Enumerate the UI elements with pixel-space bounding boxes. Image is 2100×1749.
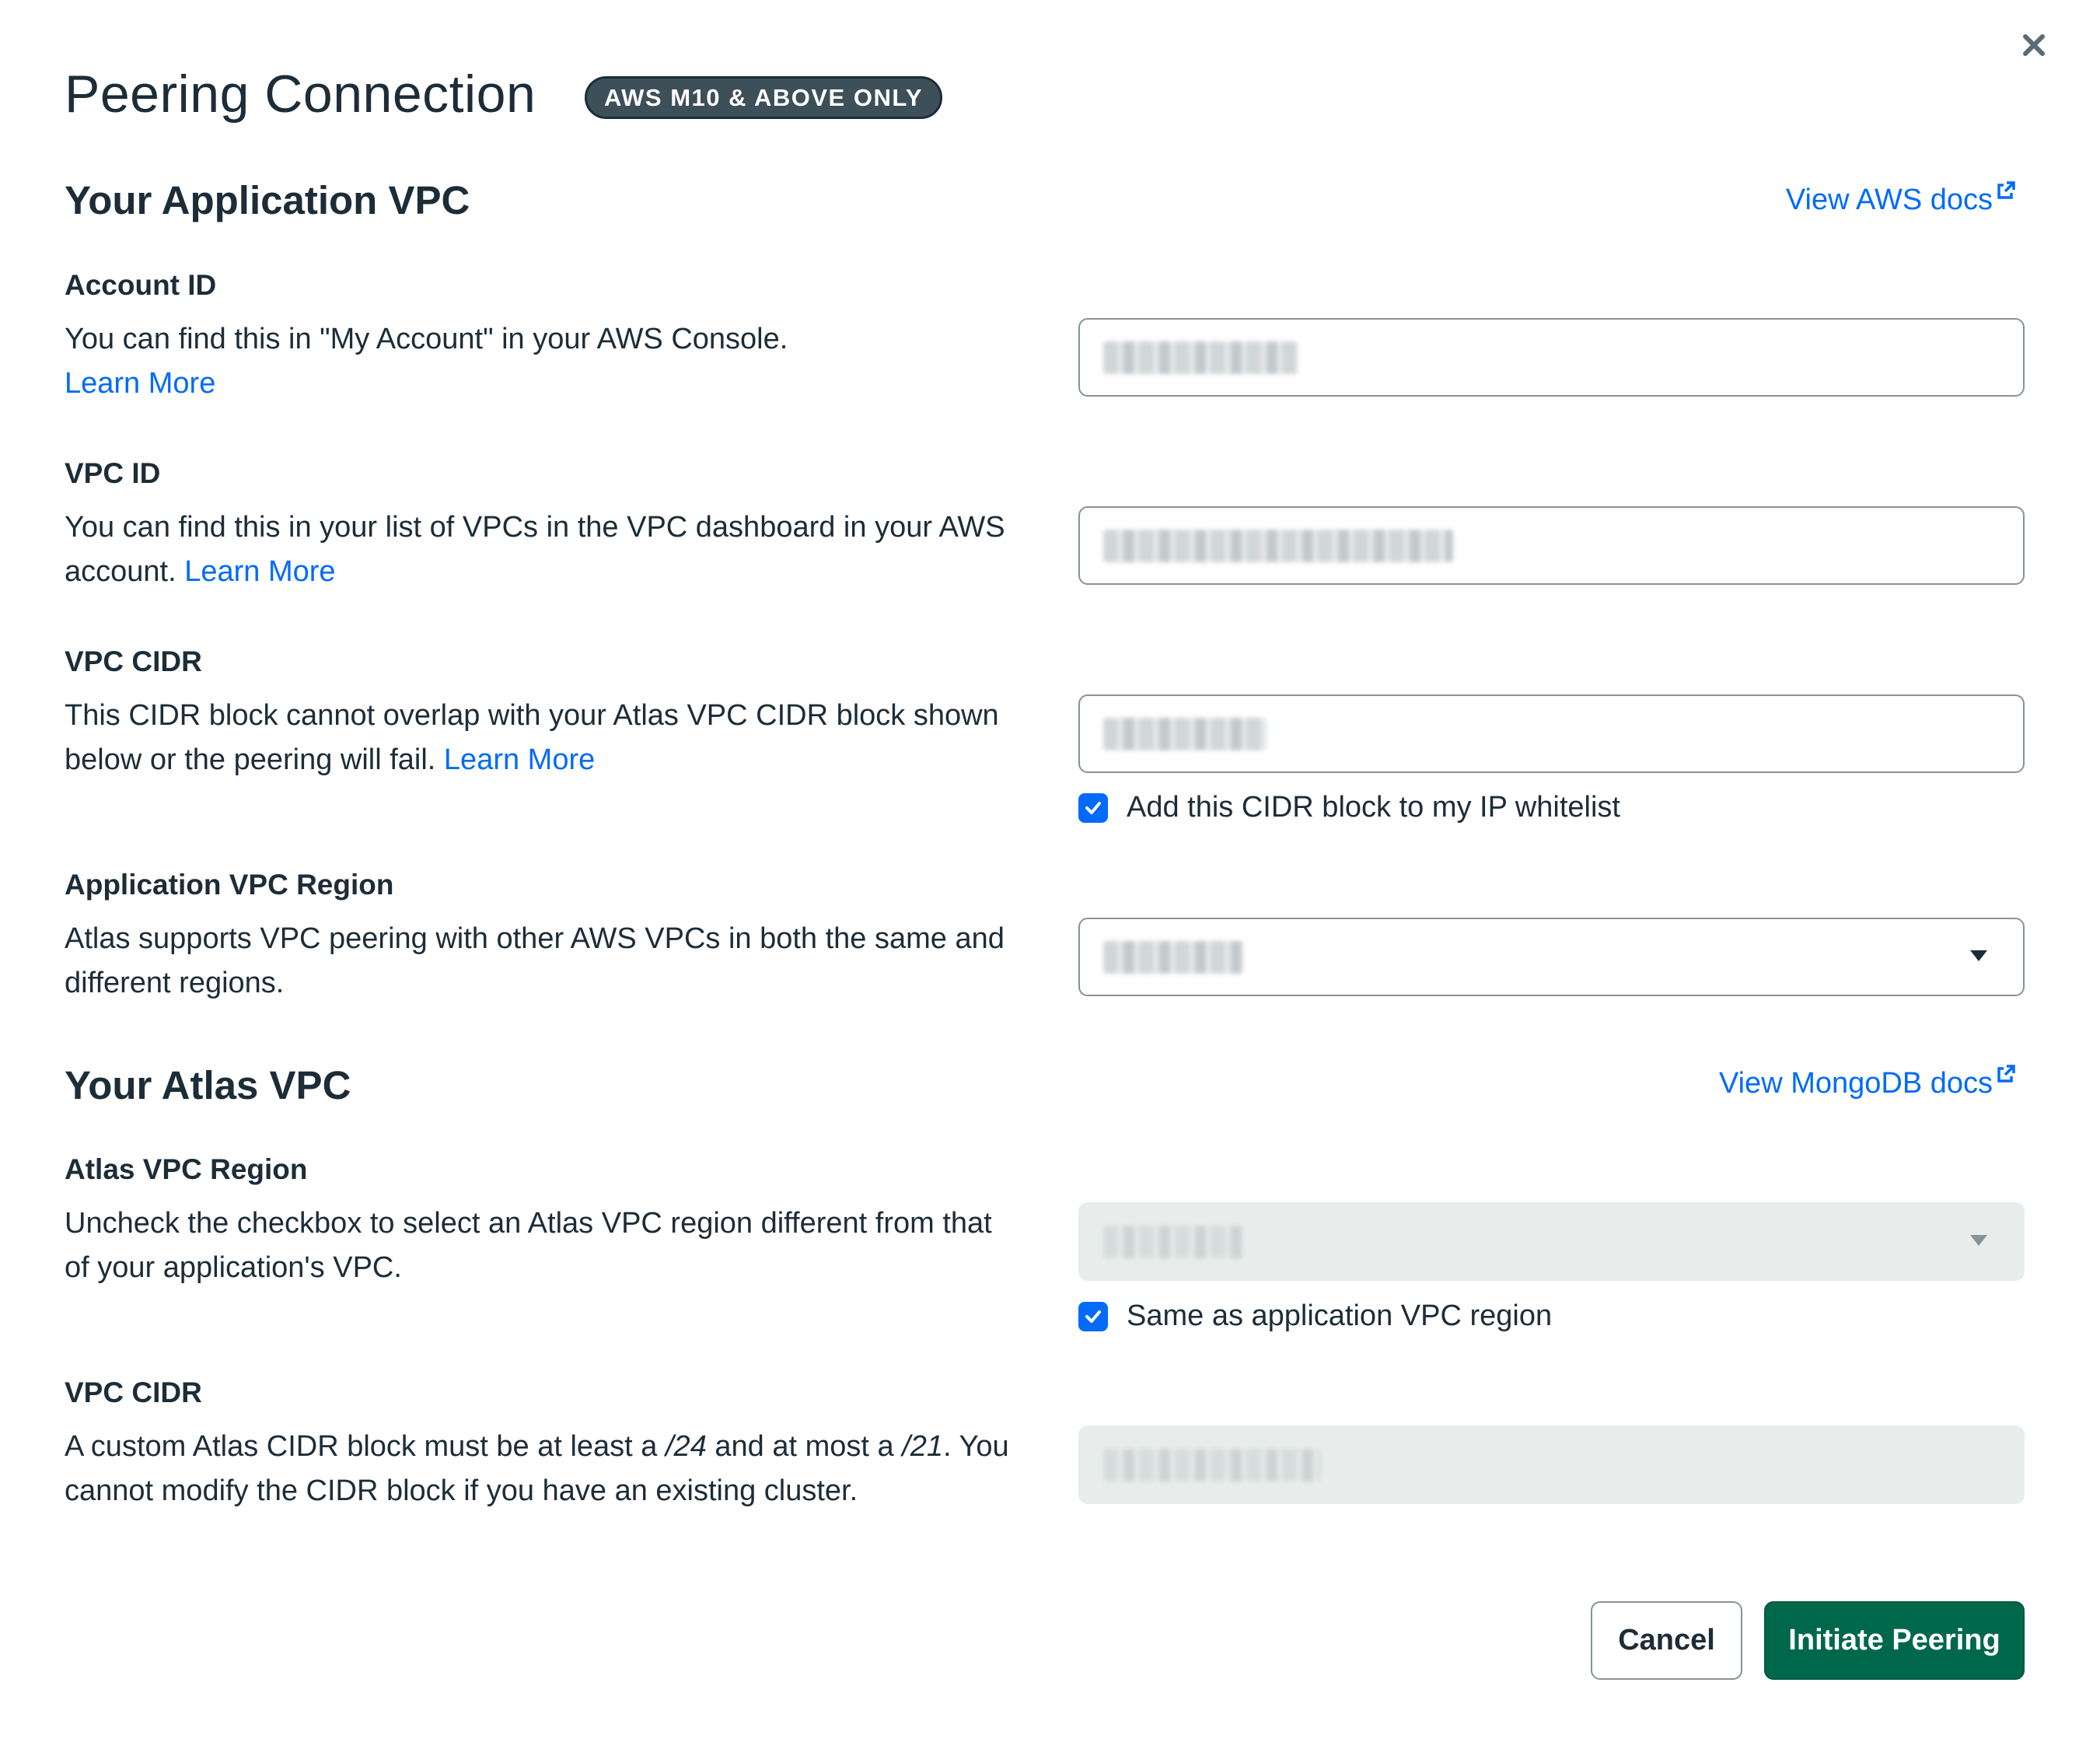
vpc-id-description: You can find this in your list of VPCs i… [65, 505, 1029, 594]
vpc-id-input[interactable] [1078, 506, 2025, 585]
same-region-checkbox-label: Same as application VPC region [1127, 1300, 1553, 1332]
atlas-vpc-region-description: Uncheck the checkbox to select an Atlas … [65, 1207, 992, 1284]
app-vpc-region-select[interactable] [1078, 918, 2025, 996]
app-vpc-cidr-value-redacted [1103, 717, 1267, 750]
app-vpc-cidr-learn-more-link[interactable]: Learn More [444, 743, 595, 776]
ip-whitelist-checkbox[interactable] [1078, 792, 1108, 823]
checkmark-icon [1085, 1310, 1101, 1323]
tier-badge: AWS M10 & ABOVE ONLY [585, 76, 943, 119]
atlas-vpc-cidr-input [1078, 1425, 2025, 1504]
atlas-vpc-heading: Your Atlas VPC [65, 1063, 351, 1107]
atlas-vpc-region-label: Atlas VPC Region [65, 1153, 308, 1185]
page-title: Peering Connection [65, 65, 536, 124]
account-id-description: You can find this in "My Account" in you… [65, 317, 1029, 406]
vpc-id-label: VPC ID [65, 457, 161, 489]
cancel-button[interactable]: Cancel [1591, 1601, 1742, 1680]
atlas-vpc-region-value-redacted [1103, 1225, 1243, 1258]
initiate-peering-button[interactable]: Initiate Peering [1764, 1601, 2025, 1680]
application-vpc-heading: Your Application VPC [65, 178, 470, 222]
vpc-id-learn-more-link[interactable]: Learn More [184, 555, 335, 588]
view-mongodb-docs-link[interactable]: View MongoDB docs [1718, 1065, 2016, 1100]
atlas-vpc-cidr-description: A custom Atlas CIDR block must be at lea… [65, 1425, 1013, 1513]
atlas-vpc-cidr-value-redacted [1103, 1448, 1321, 1481]
close-icon [2023, 34, 2045, 56]
account-id-help-text: You can find this in "My Account" in you… [65, 323, 788, 355]
vpc-id-value-redacted [1103, 529, 1453, 562]
chevron-down-icon [1970, 950, 1987, 961]
app-vpc-region-description: Atlas supports VPC peering with other AW… [65, 922, 1005, 999]
chevron-down-icon [1970, 1235, 1987, 1246]
atlas-vpc-cidr-label: VPC CIDR [65, 1376, 202, 1408]
app-vpc-cidr-input[interactable] [1078, 694, 2025, 773]
external-link-icon [1997, 181, 2015, 199]
ip-whitelist-checkbox-label: Add this CIDR block to my IP whitelist [1127, 791, 1620, 824]
view-aws-docs-link[interactable]: View AWS docs [1785, 181, 2016, 217]
account-id-label: Account ID [65, 269, 217, 301]
ip-whitelist-checkbox-row[interactable]: Add this CIDR block to my IP whitelist [1078, 791, 1620, 824]
atlas-vpc-cidr-text-1: A custom Atlas CIDR block must be at lea… [65, 1430, 666, 1463]
atlas-vpc-cidr-max-size: /21 [902, 1430, 944, 1463]
account-id-input[interactable] [1078, 318, 2025, 397]
account-id-learn-more-link[interactable]: Learn More [65, 367, 215, 400]
atlas-vpc-cidr-min-size: /24 [666, 1430, 707, 1463]
app-vpc-cidr-description: This CIDR block cannot overlap with your… [65, 694, 1029, 782]
same-region-checkbox[interactable] [1078, 1301, 1108, 1331]
close-button[interactable] [2012, 23, 2056, 67]
account-id-value-redacted [1103, 341, 1298, 374]
same-region-checkbox-row[interactable]: Same as application VPC region [1078, 1300, 1552, 1333]
external-link-icon [1997, 1065, 2015, 1083]
app-vpc-region-label: Application VPC Region [65, 869, 394, 901]
atlas-vpc-region-select [1078, 1202, 2025, 1281]
app-vpc-cidr-label: VPC CIDR [65, 645, 202, 677]
view-aws-docs-label: View AWS docs [1785, 184, 1993, 216]
view-mongodb-docs-label: View MongoDB docs [1718, 1067, 1993, 1100]
app-vpc-region-value-redacted [1103, 940, 1243, 974]
atlas-vpc-cidr-text-2: and at most a [706, 1430, 903, 1463]
checkmark-icon [1085, 801, 1101, 814]
